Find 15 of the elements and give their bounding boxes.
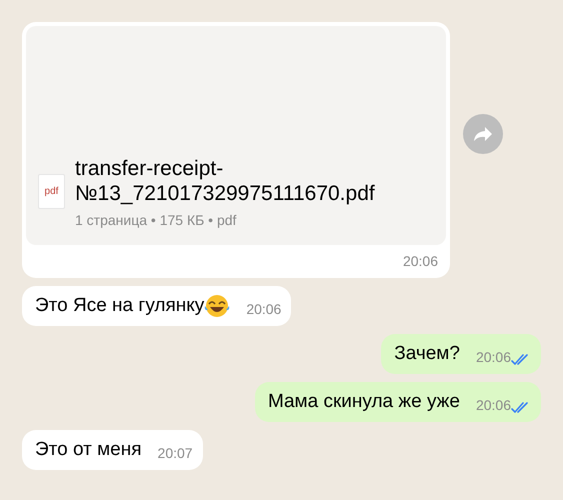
file-name: №13_721017329975111670.pdf [75, 181, 375, 206]
forward-button[interactable] [463, 114, 503, 154]
message-time: 20:06 [476, 348, 511, 366]
message-text: Это Ясе на гулянку [35, 294, 204, 318]
file-icon: pdf [38, 174, 65, 209]
message-time: 20:06 [246, 300, 282, 318]
message-time: 20:06 [402, 252, 439, 271]
message-text: Мама скинула же уже [268, 390, 460, 414]
message-text: Это от меня [35, 438, 142, 462]
file-info: 1 страница • 175 КБ • pdf [75, 211, 238, 230]
message-time: 20:06 [476, 396, 511, 414]
message-text: Зачем? [394, 342, 460, 366]
file-name: transfer-receipt- [75, 156, 224, 181]
forward-icon [473, 126, 493, 142]
message-time: 20:07 [158, 444, 193, 462]
